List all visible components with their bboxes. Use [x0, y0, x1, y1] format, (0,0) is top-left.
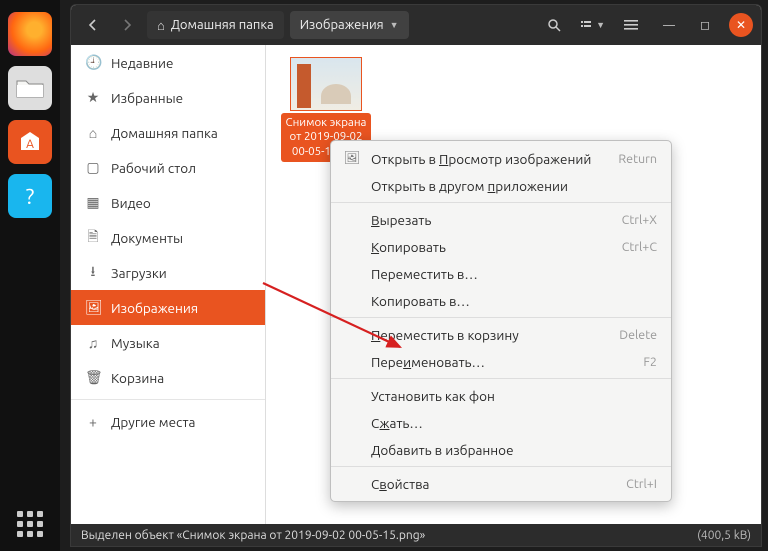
sidebar-item-icon: ★	[85, 89, 101, 106]
sidebar-item-icon: ▢	[85, 159, 101, 176]
launcher-dock: A ?	[0, 0, 60, 551]
sidebar-item-label: Другие места	[111, 414, 195, 430]
context-menu-item-label: Переименовать…	[371, 354, 485, 370]
file-thumbnail	[290, 57, 362, 111]
sidebar-item-icon: ▦	[85, 194, 101, 211]
sidebar-item-label: Документы	[111, 230, 183, 246]
context-menu-item[interactable]: Вырезать Ctrl+X	[331, 206, 671, 233]
context-menu-item[interactable]: Переименовать… F2	[331, 348, 671, 375]
home-icon: ⌂	[157, 18, 165, 33]
context-menu-separator	[331, 317, 671, 318]
sidebar-item[interactable]: 🖼 Изображения	[71, 290, 265, 325]
context-menu-separator	[331, 378, 671, 379]
sidebar-item[interactable]: ⌂ Домашняя папка	[71, 115, 265, 150]
path-current-label: Изображения	[300, 18, 384, 32]
context-menu-item-label: Сжать…	[371, 415, 423, 431]
context-menu-item-accelerator: Ctrl+X	[622, 213, 657, 227]
plus-icon: +	[85, 414, 101, 430]
context-menu-item-label: Копировать в…	[371, 293, 470, 309]
sidebar-item[interactable]: ▢ Рабочий стол	[71, 150, 265, 185]
sidebar-item-icon: 🕘	[85, 54, 101, 71]
context-menu-item-accelerator: Ctrl+I	[626, 477, 657, 491]
context-menu-item-icon: 🖼	[343, 151, 361, 166]
context-menu-item-accelerator: Ctrl+C	[622, 240, 657, 254]
close-button[interactable]: ✕	[729, 13, 753, 37]
sidebar: 🕘 Недавние ★ Избранные ⌂ Домашняя папка ▢ Рабоч…	[71, 45, 266, 524]
context-menu-item[interactable]: Сжать…	[331, 409, 671, 436]
sidebar-item[interactable]: ▦ Видео	[71, 185, 265, 220]
sidebar-item-label: Корзина	[111, 370, 164, 386]
view-list-button[interactable]: ▼	[574, 11, 611, 39]
dock-item-help[interactable]: ?	[8, 174, 52, 218]
context-menu-item-accelerator: Delete	[619, 328, 657, 342]
back-button[interactable]	[79, 11, 107, 39]
hamburger-menu-button[interactable]	[617, 11, 645, 39]
sidebar-item-label: Музыка	[111, 335, 160, 351]
minimize-button[interactable]: —	[657, 13, 681, 37]
context-menu-item-accelerator: Return	[618, 152, 657, 166]
sidebar-item[interactable]: ♫ Музыка	[71, 325, 265, 360]
context-menu-item-label: Вырезать	[371, 212, 431, 228]
sidebar-item[interactable]: 🗑 Корзина	[71, 360, 265, 395]
context-menu-item-label: Добавить в избранное	[371, 442, 514, 458]
sidebar-item[interactable]: 🕘 Недавние	[71, 45, 265, 80]
sidebar-item-icon: 🗑	[85, 369, 101, 386]
statusbar-text: Выделен объект «Снимок экрана от 2019-09…	[81, 529, 425, 542]
dock-item-firefox[interactable]	[8, 12, 52, 56]
context-menu: 🖼 Открыть в Просмотр изображений Return Отк…	[330, 140, 672, 502]
maximize-button[interactable]: ◻	[693, 13, 717, 37]
sidebar-item-label: Избранные	[111, 90, 183, 106]
svg-text:A: A	[26, 138, 34, 151]
context-menu-item-label: Переместить в корзину	[371, 327, 519, 343]
path-home[interactable]: ⌂ Домашняя папка	[147, 11, 284, 39]
dock-apps-button[interactable]	[0, 511, 60, 537]
context-menu-item[interactable]: 🖼 Открыть в Просмотр изображений Return	[331, 145, 671, 172]
context-menu-separator	[331, 466, 671, 467]
context-menu-item[interactable]: Открыть в другом приложении	[331, 172, 671, 199]
sidebar-item-label: Видео	[111, 195, 151, 211]
sidebar-item-icon: ♫	[85, 335, 101, 351]
context-menu-item-label: Копировать	[371, 239, 446, 255]
context-menu-item[interactable]: Свойства Ctrl+I	[331, 470, 671, 497]
sidebar-item[interactable]: 🗎 Документы	[71, 220, 265, 255]
context-menu-item[interactable]: Переместить в…	[331, 260, 671, 287]
sidebar-item-label: Загрузки	[111, 265, 167, 281]
context-menu-item-label: Открыть в другом приложении	[371, 178, 568, 194]
search-button[interactable]	[540, 11, 568, 39]
context-menu-item-label: Установить как фон	[371, 388, 495, 404]
context-menu-item-accelerator: F2	[643, 355, 657, 369]
context-menu-item-label: Свойства	[371, 476, 429, 492]
context-menu-item[interactable]: Переместить в корзину Delete	[331, 321, 671, 348]
titlebar: ⌂ Домашняя папка Изображения ▼ ▼ — ◻ ✕	[71, 5, 761, 45]
sidebar-item[interactable]: ★ Избранные	[71, 80, 265, 115]
chevron-down-icon: ▼	[596, 20, 605, 30]
sidebar-item-label: Недавние	[111, 55, 174, 71]
context-menu-item-label: Открыть в Просмотр изображений	[371, 151, 591, 167]
context-menu-item[interactable]: Добавить в избранное	[331, 436, 671, 463]
context-menu-item[interactable]: Установить как фон	[331, 382, 671, 409]
context-menu-separator	[331, 202, 671, 203]
sidebar-item-icon: ⌂	[85, 125, 101, 141]
path-current[interactable]: Изображения ▼	[290, 11, 409, 39]
sidebar-item[interactable]: ⭳ Загрузки	[71, 255, 265, 290]
sidebar-item-label: Домашняя папка	[111, 125, 218, 141]
sidebar-item-label: Рабочий стол	[111, 160, 196, 176]
context-menu-item-label: Переместить в…	[371, 266, 478, 282]
sidebar-other-places[interactable]: + Другие места	[71, 404, 265, 439]
sidebar-item-icon: ⭳	[85, 261, 101, 285]
context-menu-item[interactable]: Копировать в…	[331, 287, 671, 314]
forward-button[interactable]	[113, 11, 141, 39]
dock-item-software[interactable]: A	[8, 120, 52, 164]
statusbar-size: (400,5 kB)	[697, 529, 751, 542]
chevron-down-icon: ▼	[390, 20, 399, 30]
sidebar-item-icon: 🖼	[85, 299, 101, 316]
sidebar-item-label: Изображения	[111, 300, 198, 316]
dock-item-files[interactable]	[8, 66, 52, 110]
context-menu-item[interactable]: Копировать Ctrl+C	[331, 233, 671, 260]
statusbar: Выделен объект «Снимок экрана от 2019-09…	[71, 524, 761, 546]
path-home-label: Домашняя папка	[171, 18, 274, 32]
sidebar-item-icon: 🗎	[85, 226, 101, 250]
